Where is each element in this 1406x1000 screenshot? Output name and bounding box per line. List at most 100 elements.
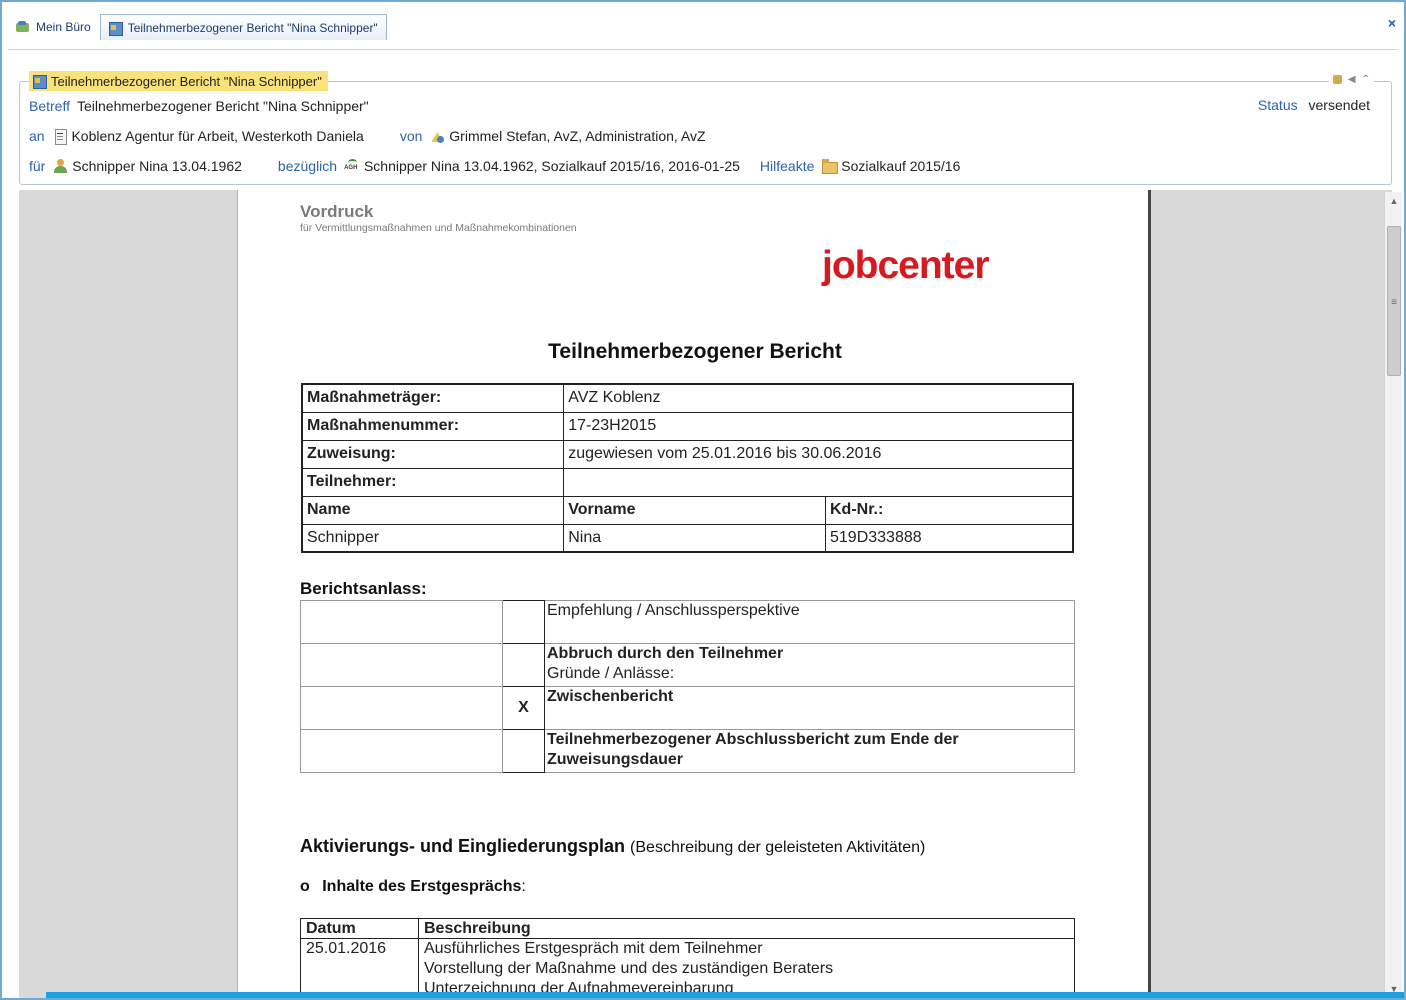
table-row: Empfehlung / Anschlussperspektive bbox=[300, 600, 1075, 644]
bullet-text: Inhalte des Erstgesprächs bbox=[322, 878, 522, 895]
bullet-colon: : bbox=[521, 878, 526, 895]
table-cell: Nina bbox=[563, 523, 826, 553]
table-cell bbox=[300, 643, 503, 687]
tab-label: Mein Büro bbox=[36, 20, 91, 34]
table-row: Teilnehmerbezogener Abschlussbericht zum… bbox=[300, 729, 1075, 773]
table-cell: Empfehlung / Anschlussperspektive bbox=[544, 600, 1075, 644]
panel-title-text: Teilnehmerbezogener Bericht "Nina Schnip… bbox=[51, 73, 322, 89]
person-icon bbox=[52, 159, 68, 173]
checkbox: X bbox=[502, 686, 545, 730]
table-cell: Zwischenbericht bbox=[544, 686, 1075, 730]
document-viewer[interactable]: Vordruck für Vermittlungsmaßnahmen und M… bbox=[19, 190, 1392, 998]
table-header: Beschreibung bbox=[418, 918, 1075, 939]
table-header: Name bbox=[301, 495, 565, 525]
plan-note: (Beschreibung der geleisteten Aktivitäte… bbox=[630, 839, 926, 856]
table-cell: Maßnahmenummer: bbox=[301, 411, 565, 441]
notes-table: Datum Beschreibung 25.01.2016 Ausführlic… bbox=[300, 918, 1075, 998]
an-value[interactable]: Koblenz Agentur für Arbeit, Westerkoth D… bbox=[71, 128, 363, 144]
panel-title: Teilnehmerbezogener Bericht "Nina Schnip… bbox=[29, 71, 328, 91]
table-row: Maßnahmenummer: 17-23H2015 bbox=[301, 411, 1074, 441]
collapse-icon[interactable]: ⌃ bbox=[1362, 74, 1370, 85]
vertical-scrollbar[interactable]: ▲ ≡ ▼ bbox=[1384, 192, 1402, 998]
table-cell bbox=[300, 729, 503, 773]
table-row: Abbruch durch den Teilnehmer Gründe / Anl… bbox=[300, 643, 1075, 687]
hilfeakte-value[interactable]: Sozialkauf 2015/16 bbox=[841, 158, 960, 174]
status-value: versendet bbox=[1308, 97, 1370, 113]
checkbox bbox=[502, 729, 545, 773]
table-row: Datum Beschreibung bbox=[300, 918, 1075, 939]
table-row: Teilnehmer: bbox=[301, 467, 1074, 497]
table-cell: Schnipper bbox=[301, 523, 565, 553]
bottom-accent-bar bbox=[46, 992, 1404, 998]
bezueglich-label: bezüglich bbox=[277, 158, 338, 174]
checkbox bbox=[502, 643, 545, 687]
lock-icon[interactable] bbox=[1332, 75, 1342, 84]
reason-text: Zwischenbericht bbox=[547, 688, 674, 705]
table-cell: Ausführliches Erstgespräch mit dem Teiln… bbox=[418, 938, 1075, 998]
table-header: Kd-Nr.: bbox=[825, 495, 1074, 525]
table-cell: Maßnahmeträger: bbox=[301, 383, 565, 413]
bullet-mark: o bbox=[300, 878, 310, 895]
checkbox bbox=[502, 600, 545, 644]
table-row: X Zwischenbericht bbox=[300, 686, 1075, 730]
von-label: von bbox=[399, 128, 423, 144]
table-cell: 25.01.2016 bbox=[300, 938, 419, 998]
hilfeakte-label: Hilfeakte bbox=[759, 158, 815, 174]
document-page: Vordruck für Vermittlungsmaßnahmen und M… bbox=[237, 190, 1151, 998]
table-row: 25.01.2016 Ausführliches Erstgespräch mi… bbox=[300, 938, 1075, 998]
an-label: an bbox=[29, 128, 45, 144]
note-line: Ausführliches Erstgespräch mit dem Teiln… bbox=[424, 940, 763, 957]
note-line: Vorstellung der Maßnahme und des zuständ… bbox=[424, 960, 834, 977]
table-cell: Abbruch durch den Teilnehmer Gründe / Anl… bbox=[544, 643, 1075, 687]
status-field: Status versendet bbox=[1258, 97, 1370, 113]
document-icon bbox=[52, 129, 68, 145]
table-cell: AVZ Koblenz bbox=[563, 383, 1074, 413]
speaker-icon[interactable]: ◀ bbox=[1348, 74, 1356, 85]
bullet-item: o Inhalte des Erstgesprächs: bbox=[300, 878, 526, 896]
table-cell bbox=[300, 600, 503, 644]
betreff-row: Betreff Teilnehmerbezogener Bericht "Nin… bbox=[29, 96, 369, 116]
table-cell bbox=[300, 686, 503, 730]
panel-tools: ◀ ⌃ bbox=[1328, 74, 1374, 85]
reason-text: Empfehlung / Anschlussperspektive bbox=[547, 602, 800, 619]
report-icon bbox=[31, 74, 47, 89]
table-cell: Zuweisung: bbox=[301, 439, 565, 469]
table-cell: 519D333888 bbox=[825, 523, 1074, 553]
table-cell bbox=[563, 467, 1074, 497]
tab-bericht[interactable]: Teilnehmerbezogener Bericht "Nina Schnip… bbox=[99, 14, 387, 40]
scroll-up-icon[interactable]: ▲ bbox=[1387, 194, 1401, 208]
admin-user-icon bbox=[429, 129, 445, 143]
table-cell: zugewiesen vom 25.01.2016 bis 30.06.2016 bbox=[563, 439, 1074, 469]
table-row: Maßnahmeträger: AVZ Koblenz bbox=[301, 383, 1074, 413]
plan-title: Aktivierungs- und Eingliederungsplan bbox=[300, 836, 626, 856]
tab-label: Teilnehmerbezogener Bericht "Nina Schnip… bbox=[127, 20, 378, 35]
tab-mein-buero[interactable]: Mein Büro bbox=[8, 14, 100, 40]
scroll-thumb[interactable]: ≡ bbox=[1387, 226, 1401, 376]
table-cell: 17-23H2015 bbox=[563, 411, 1074, 441]
table-cell: Teilnehmer: bbox=[301, 467, 565, 497]
table-row: Schnipper Nina 519D333888 bbox=[301, 523, 1074, 553]
close-icon[interactable]: × bbox=[1388, 15, 1396, 31]
bezueglich-value[interactable]: Schnipper Nina 13.04.1962, Sozialkauf 20… bbox=[364, 158, 740, 174]
report-icon bbox=[107, 21, 123, 36]
folder-icon bbox=[821, 159, 839, 174]
table-header: Vorname bbox=[563, 495, 826, 525]
betreff-value: Teilnehmerbezogener Bericht "Nina Schnip… bbox=[77, 98, 369, 114]
berichtsanlass-heading: Berichtsanlass: bbox=[300, 579, 427, 598]
fuer-value[interactable]: Schnipper Nina 13.04.1962 bbox=[72, 158, 242, 174]
von-value[interactable]: Grimmel Stefan, AvZ, Administration, AvZ bbox=[449, 128, 705, 144]
grip-icon: ≡ bbox=[1391, 297, 1397, 308]
table-cell: Teilnehmerbezogener Abschlussbericht zum… bbox=[544, 729, 1075, 773]
form-title: Vordruck bbox=[300, 202, 374, 221]
plan-heading: Aktivierungs- und Eingliederungsplan (Be… bbox=[300, 836, 925, 857]
info-table: Maßnahmeträger: AVZ Koblenz Maßnahmenumm… bbox=[301, 383, 1074, 553]
table-row: Zuweisung: zugewiesen vom 25.01.2016 bis… bbox=[301, 439, 1074, 469]
agh-icon bbox=[344, 159, 360, 173]
betreff-label: Betreff bbox=[29, 98, 70, 114]
jobcenter-logo: jobcenter bbox=[822, 244, 990, 287]
table-header: Datum bbox=[300, 918, 419, 939]
an-von-row: an Koblenz Agentur für Arbeit, Westerkot… bbox=[29, 126, 706, 146]
reason-text: Teilnehmerbezogener Abschlussbericht zum… bbox=[547, 731, 959, 768]
form-subtitle: für Vermittlungsmaßnahmen und Maßnahmeko… bbox=[300, 222, 577, 234]
table-row: Name Vorname Kd-Nr.: bbox=[301, 495, 1074, 525]
